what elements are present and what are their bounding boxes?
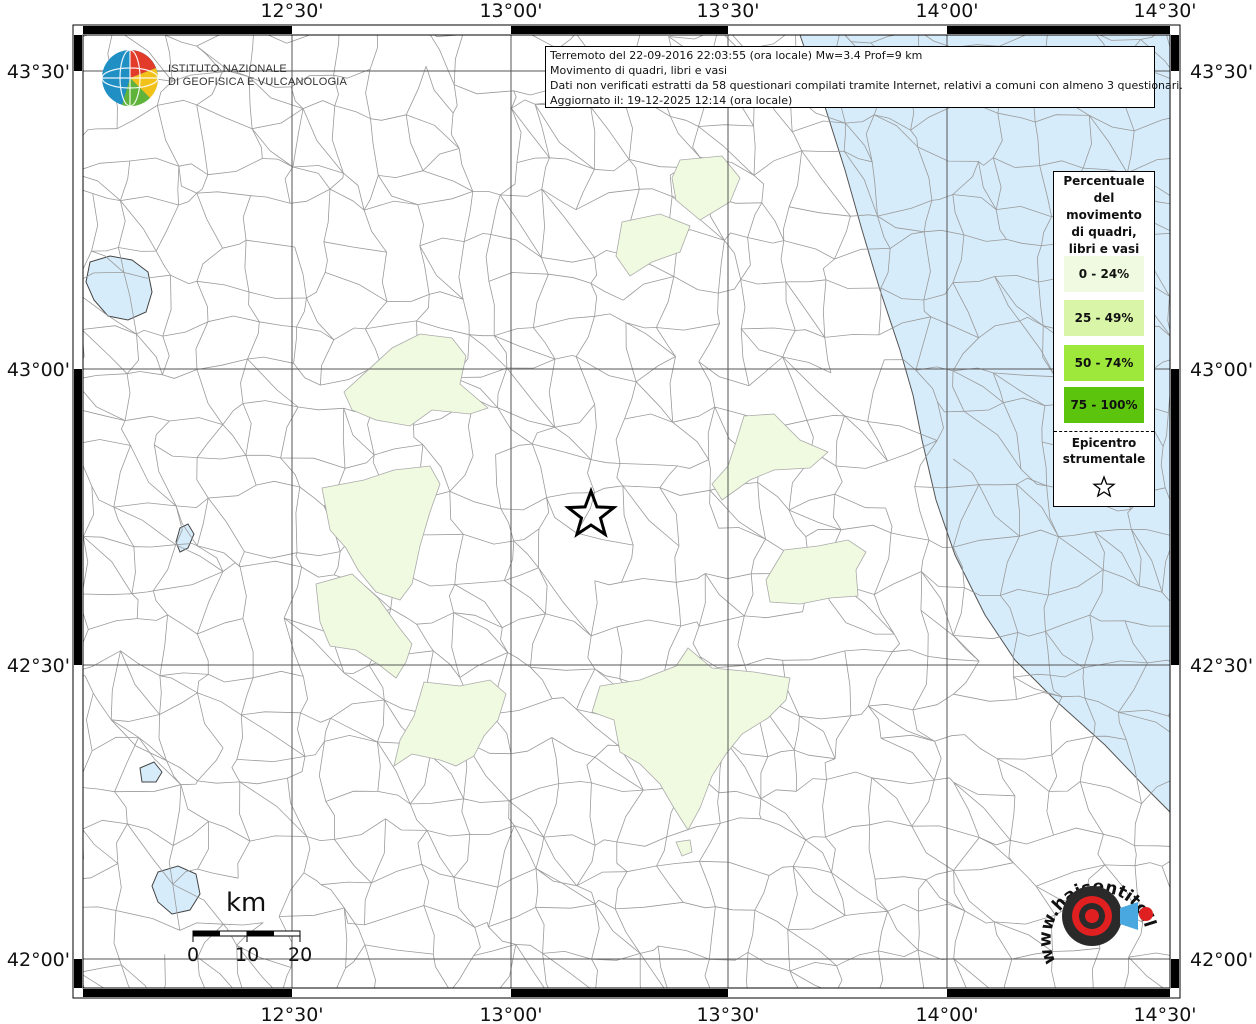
ingv-logo-text: ISTITUTO NAZIONALE DI GEOFISICA E VULCAN… xyxy=(168,63,347,89)
municipality-border xyxy=(209,998,247,1005)
lat-label-left: 42°30' xyxy=(7,655,70,677)
legend-item-50-74: 50 - 74% xyxy=(1064,345,1144,381)
ingv-logo-icon xyxy=(101,49,159,107)
scale-tick-label: 20 xyxy=(288,944,313,966)
legend-item-75-100: 75 - 100% xyxy=(1064,387,1144,423)
legend-epicenter-line: strumentale xyxy=(1062,452,1146,466)
hst-logo-icon: www.haisentitoilterremoto.it xyxy=(1028,850,1160,967)
lon-label-bottom: 14°30' xyxy=(1133,1004,1196,1024)
municipality-border xyxy=(1175,117,1178,158)
scale-unit: km xyxy=(226,888,267,918)
legend-star-icon xyxy=(1092,475,1116,498)
ingv-line1: ISTITUTO NAZIONALE xyxy=(168,63,287,75)
scale-tick-label: 0 xyxy=(187,944,200,966)
lon-label-bottom: 14°00' xyxy=(915,1004,978,1024)
lon-label-bottom: 12°30' xyxy=(260,1004,323,1024)
lat-label-right: 42°00' xyxy=(1190,949,1253,971)
municipality-border xyxy=(340,20,377,27)
info-line-parameter: Movimento di quadri, libri e vasi xyxy=(550,64,728,77)
legend-title: Percentuale del movimento di quadri, lib… xyxy=(1054,172,1154,258)
lat-label-left: 43°00' xyxy=(7,359,70,381)
legend-separator xyxy=(1054,431,1154,432)
municipality-border xyxy=(1168,715,1170,718)
municipality-border xyxy=(68,287,82,330)
legend-title-line: del xyxy=(1093,191,1115,205)
municipality-border xyxy=(83,834,84,861)
lat-label-left: 43°30' xyxy=(7,61,70,83)
municipality-border xyxy=(421,991,451,1010)
lat-label-right: 43°30' xyxy=(1190,61,1253,83)
legend-title-line: movimento xyxy=(1066,208,1142,222)
ingv-line2: DI GEOFISICA E VULCANOLOGIA xyxy=(168,76,347,88)
scale-tick-label: 10 xyxy=(235,944,260,966)
info-line-data: Dati non verificati estratti da 58 quest… xyxy=(550,79,1183,92)
legend-item-0-24: 0 - 24% xyxy=(1064,256,1144,292)
municipality-border xyxy=(835,994,876,998)
municipality-border xyxy=(876,991,925,998)
municipality-border xyxy=(748,990,799,1002)
legend-title-line: Percentuale xyxy=(1063,174,1145,188)
municipality-border xyxy=(980,1004,1008,1015)
lon-label-top: 13°30' xyxy=(696,0,759,22)
lon-label-bottom: 13°30' xyxy=(696,1004,759,1024)
lon-label-top: 12°30' xyxy=(260,0,323,22)
municipality-border xyxy=(795,27,840,30)
info-box: Terremoto del 22-09-2016 22:03:55 (ora l… xyxy=(545,46,1183,108)
municipality-border xyxy=(1178,158,1188,207)
legend: Percentuale del movimento di quadri, lib… xyxy=(1053,171,1155,507)
municipality-border xyxy=(1180,776,1188,847)
municipality-border xyxy=(1173,922,1179,956)
municipality-border xyxy=(157,998,209,1016)
legend-epicenter-line: Epicentro xyxy=(1071,436,1137,450)
legend-item-25-49: 25 - 49% xyxy=(1064,300,1144,336)
municipality-border xyxy=(1175,207,1188,234)
municipality-border xyxy=(463,22,494,35)
legend-title-line: di quadri, xyxy=(1071,225,1137,239)
lon-label-top: 14°30' xyxy=(1133,0,1196,22)
info-line-updated: Aggiornato il: 19-12-2025 12:14 (ora loc… xyxy=(550,94,793,107)
municipality-border xyxy=(134,997,157,1015)
lon-label-bottom: 13°00' xyxy=(479,1004,542,1024)
lon-label-top: 14°00' xyxy=(915,0,978,22)
lat-label-right: 43°00' xyxy=(1190,359,1253,381)
municipality-border xyxy=(69,786,83,829)
info-line-event: Terremoto del 22-09-2016 22:03:55 (ora l… xyxy=(550,49,923,62)
municipality-border xyxy=(325,1002,373,1006)
municipality-border xyxy=(92,997,134,1015)
lat-label-right: 42°30' xyxy=(1190,655,1253,677)
municipality-border xyxy=(1167,711,1170,717)
lat-label-left: 42°00' xyxy=(7,949,70,971)
municipality-border xyxy=(799,990,835,998)
municipality-border xyxy=(1186,626,1189,667)
lon-label-top: 13°00' xyxy=(479,0,542,22)
legend-epicenter-label: Epicentro strumentale xyxy=(1054,435,1154,467)
